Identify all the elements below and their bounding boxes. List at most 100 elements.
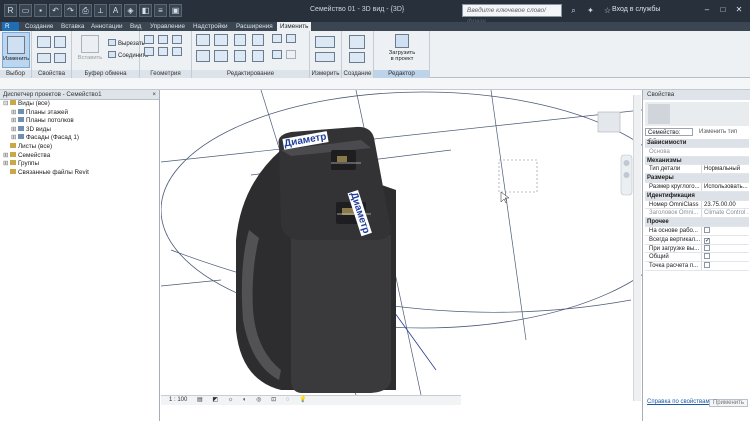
open-icon[interactable]: ▭ <box>19 4 32 17</box>
properties-help-link[interactable]: Справка по свойствам <box>647 399 710 405</box>
type-selector[interactable]: Семейство: Обо <box>645 128 693 145</box>
tab-insert[interactable]: Вставка <box>58 22 87 31</box>
paste-button[interactable]: Вставить <box>76 32 104 68</box>
property-row[interactable]: На основе рабо... <box>645 226 749 236</box>
uncut-icon[interactable] <box>158 47 168 56</box>
modify-button[interactable]: Изменить <box>2 32 30 68</box>
tab-manage[interactable]: Управление <box>147 22 188 31</box>
subscription-icon[interactable]: ✦ <box>585 5 596 16</box>
browser-tree-item[interactable]: ⊞ Фасады (Фасад 1) <box>0 134 159 143</box>
expand-toggle-icon[interactable]: ⊞ <box>11 109 18 118</box>
property-value[interactable]: Нормальный <box>701 165 749 174</box>
family-category-icon[interactable] <box>54 53 66 63</box>
family-types-icon[interactable] <box>37 53 51 63</box>
browser-tree-item[interactable]: Листы (все) <box>0 142 159 152</box>
property-row[interactable]: Заголовок Omni... Climate Control ... <box>645 209 749 219</box>
browser-tree-item[interactable]: ⊞ Планы потолков <box>0 117 159 126</box>
edit-type-button[interactable]: Изменить тип <box>699 128 737 137</box>
property-value[interactable]: Climate Control ... <box>701 209 749 218</box>
revit-logo-icon[interactable]: R <box>4 4 17 17</box>
move-icon[interactable] <box>196 50 210 62</box>
close-icon[interactable]: × <box>152 90 156 100</box>
property-row[interactable]: Общий <box>645 253 749 263</box>
wall-joins-icon[interactable] <box>172 47 182 56</box>
delete-icon[interactable] <box>286 50 296 59</box>
crop-icon[interactable]: ⊡ <box>271 397 276 403</box>
apply-button[interactable]: Применить <box>708 399 748 407</box>
thin-lines-icon[interactable]: ≡ <box>154 4 167 17</box>
expand-toggle-icon[interactable]: ⊞ <box>3 160 10 169</box>
trim-icon[interactable] <box>252 50 264 62</box>
mirror-axis-icon[interactable] <box>234 34 246 46</box>
property-category[interactable]: Идентификация <box>645 191 749 201</box>
property-row[interactable]: Номер OmniClass 23.75.00.00 <box>645 200 749 210</box>
save-icon[interactable]: ▪ <box>34 4 47 17</box>
section-icon[interactable]: ◧ <box>139 4 152 17</box>
browser-tree-item[interactable]: ⊞ Планы этажей <box>0 108 159 118</box>
split-face-icon[interactable] <box>172 35 182 44</box>
expand-toggle-icon[interactable]: ⊞ <box>3 152 10 161</box>
3d-viewport[interactable]: Диаметр Диаметр <box>161 90 642 421</box>
property-row[interactable]: Основа <box>645 148 749 157</box>
minimize-icon[interactable]: – <box>700 4 714 16</box>
tab-create[interactable]: Создание <box>22 22 56 31</box>
render-icon[interactable]: ◎ <box>256 397 261 403</box>
vertical-scrollbar[interactable] <box>633 95 641 401</box>
create-similar-icon[interactable] <box>349 52 365 63</box>
create-group-icon[interactable] <box>349 35 365 49</box>
tab-extensions[interactable]: Расширения <box>233 22 276 31</box>
undo-icon[interactable]: ↶ <box>49 4 62 17</box>
text-icon[interactable]: A <box>109 4 122 17</box>
3d-view-icon[interactable]: ◈ <box>124 4 137 17</box>
property-row[interactable]: При загрузке вы... <box>645 244 749 254</box>
copy-icon[interactable] <box>214 50 228 62</box>
property-checkbox[interactable] <box>704 262 710 269</box>
browser-tree-item[interactable]: ⊞ Группы <box>0 160 159 169</box>
property-value[interactable]: 23.75.00.00 <box>701 200 749 209</box>
properties-icon[interactable] <box>37 36 51 48</box>
scale-selector[interactable]: 1 : 100 <box>169 397 187 403</box>
property-category[interactable]: Размеры <box>645 174 749 183</box>
property-row[interactable]: Размер круглого... Использовать... <box>645 182 749 192</box>
browser-tree-item[interactable]: Связанные файлы Revit <box>0 168 159 178</box>
array-icon[interactable] <box>272 50 282 59</box>
property-row[interactable]: Точка расчета п... <box>645 262 749 271</box>
pin-icon[interactable] <box>286 34 296 43</box>
property-checkbox[interactable] <box>704 226 710 233</box>
steering-wheel-icon[interactable] <box>623 160 630 166</box>
sun-path-icon[interactable]: ☼ <box>228 397 234 403</box>
binoculars-icon[interactable]: ⌕ <box>568 5 579 16</box>
property-category[interactable]: Прочее <box>645 218 749 227</box>
cope-icon[interactable] <box>144 35 154 44</box>
zoom-icon[interactable] <box>623 172 630 178</box>
close-icon[interactable]: ✕ <box>732 4 746 16</box>
detail-level-icon[interactable]: ▤ <box>197 397 203 403</box>
expand-toggle-icon[interactable]: ⊞ <box>11 134 18 143</box>
tab-annotate[interactable]: Аннотации <box>88 22 125 31</box>
property-category[interactable]: Механизмы <box>645 156 749 166</box>
print-icon[interactable]: ⎙ <box>79 4 92 17</box>
property-category[interactable]: Зависимости <box>645 139 749 148</box>
expand-toggle-icon[interactable]: ⊞ <box>11 117 18 126</box>
property-row[interactable]: Всегда вертикал... ✓ <box>645 235 749 245</box>
split-icon[interactable] <box>272 34 282 43</box>
property-checkbox[interactable] <box>704 244 710 251</box>
maximize-icon[interactable]: □ <box>716 4 730 16</box>
model-canvas[interactable] <box>161 90 642 395</box>
type-properties-icon[interactable] <box>54 36 66 48</box>
property-checkbox[interactable]: ✓ <box>704 237 710 244</box>
search-input[interactable]: Введите ключевое слово/фразу <box>462 4 562 25</box>
property-value[interactable]: Использовать... <box>701 182 749 191</box>
browser-tree-item[interactable]: ⊞ 3D виды <box>0 125 159 135</box>
offset-icon[interactable] <box>214 34 228 46</box>
tab-view[interactable]: Вид <box>127 22 144 31</box>
measure-distance-icon[interactable] <box>315 36 335 48</box>
expand-toggle-icon[interactable]: ⊞ <box>11 126 18 135</box>
browser-tree-item[interactable]: ⊟ Виды (все) <box>0 100 159 109</box>
view-cube-icon[interactable] <box>597 111 621 133</box>
browser-tree-item[interactable]: ⊞ Семейства <box>0 151 159 161</box>
visual-style-icon[interactable]: ◩ <box>212 397 218 403</box>
align-icon[interactable] <box>196 34 210 46</box>
shadows-icon[interactable]: ◐ <box>243 397 247 403</box>
close-hidden-icon[interactable]: ▣ <box>169 4 182 17</box>
